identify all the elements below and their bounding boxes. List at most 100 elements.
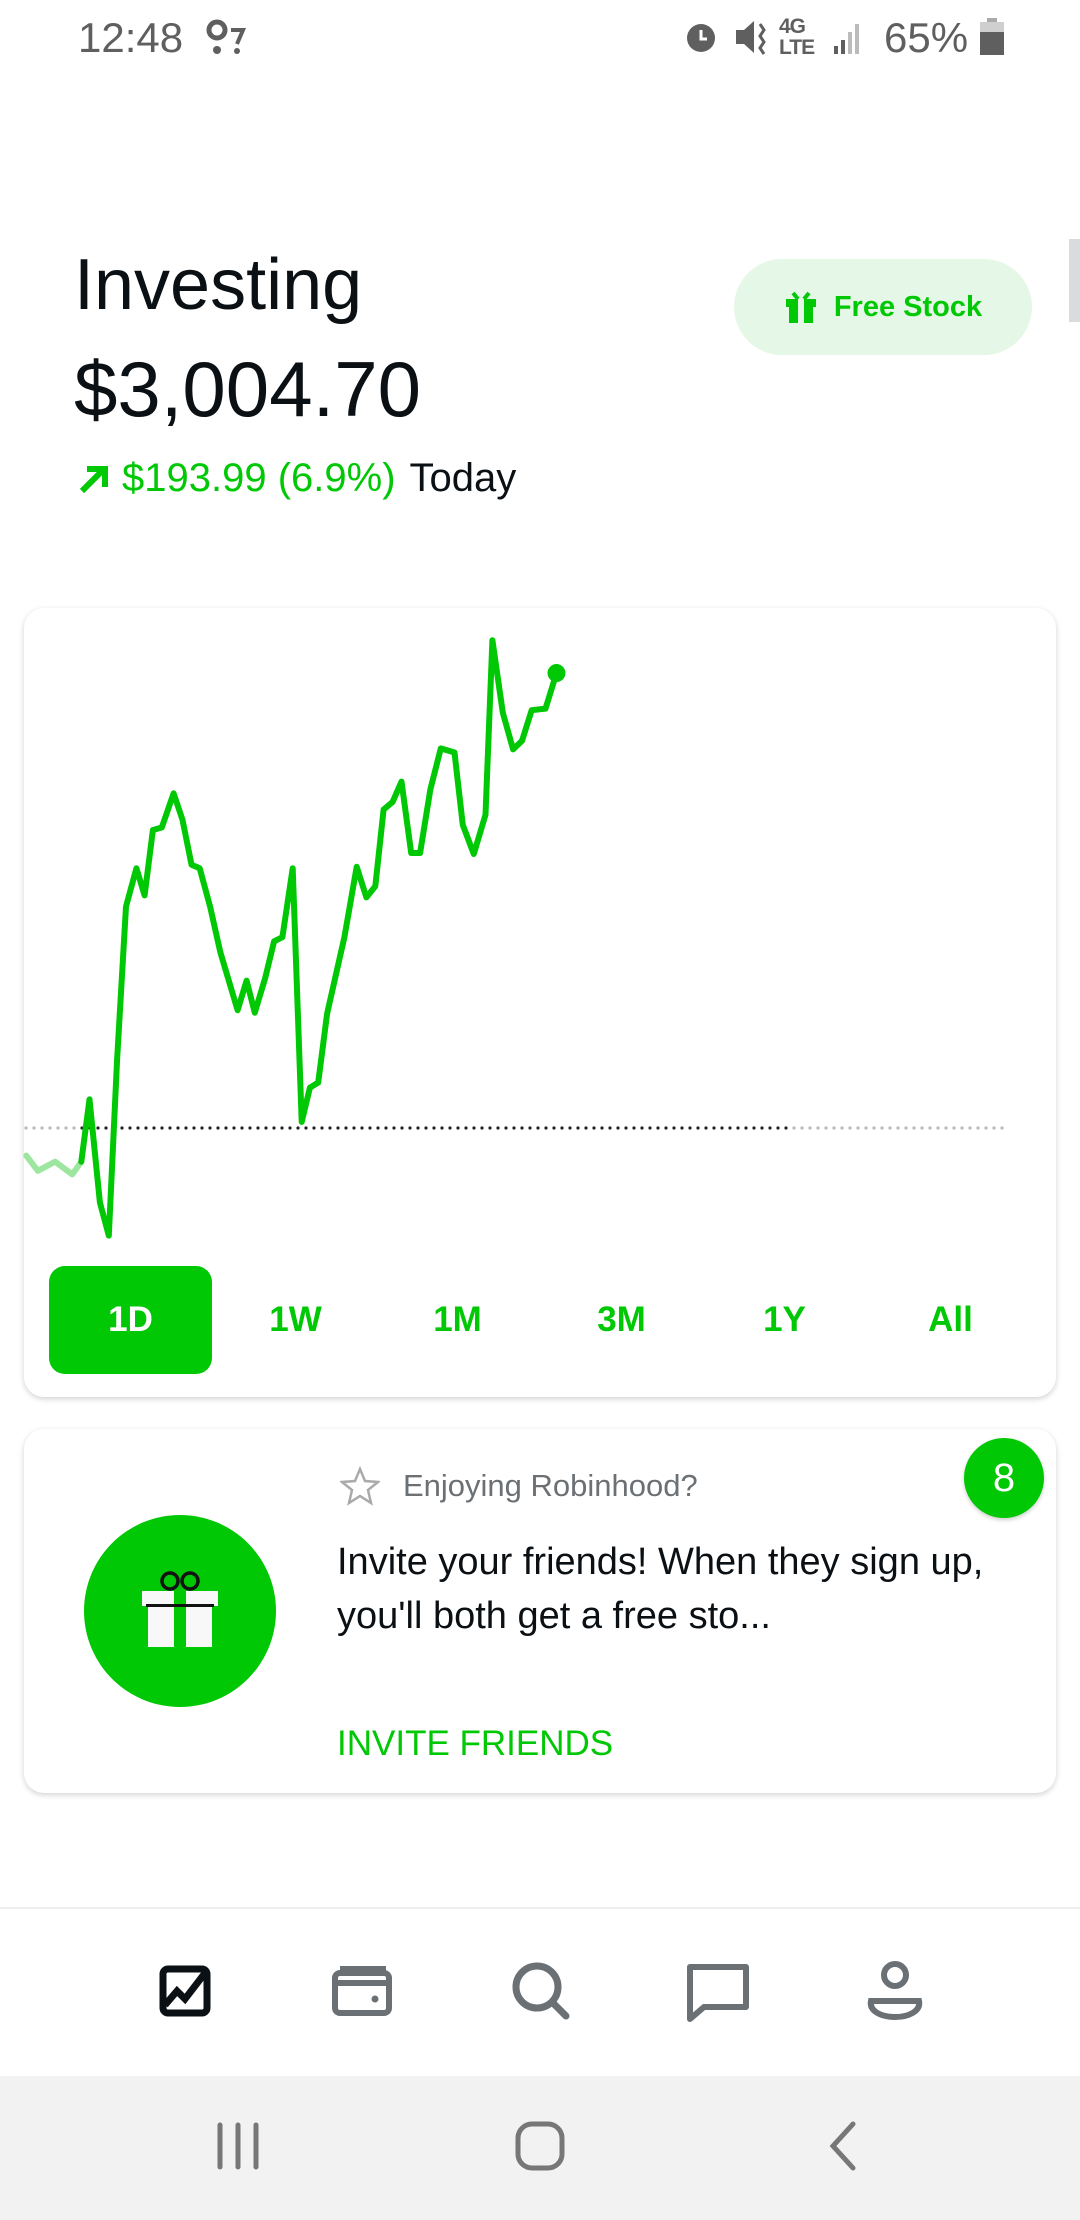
baseline-dot [784,1126,788,1130]
baseline-dot [176,1126,180,1130]
baseline-dot [768,1126,772,1130]
chart-icon[interactable] [149,1955,221,2027]
baseline-dot [704,1126,708,1130]
baseline-dot [528,1126,532,1130]
baseline-dot [312,1126,316,1130]
change-amount: $193.99 (6.9%) [122,456,396,500]
battery-percent: 65% [884,14,969,61]
baseline-dot [1000,1126,1004,1130]
range-1y[interactable]: 1Y [703,1266,866,1374]
baseline-dot [224,1126,228,1130]
baseline-dot [272,1126,276,1130]
baseline-dot [984,1126,988,1130]
baseline-dot [960,1126,964,1130]
baseline-dot [64,1126,68,1130]
range-1m[interactable]: 1M [376,1266,539,1374]
baseline-dot [128,1126,132,1130]
wallet-icon[interactable] [327,1955,399,2027]
gift-icon [785,291,816,323]
location-icon [206,19,247,54]
signal-icon [834,24,859,54]
baseline-dot [840,1126,844,1130]
baseline-dot [136,1126,140,1130]
star-icon [340,1466,380,1506]
baseline-dot [944,1126,948,1130]
baseline-dot [232,1126,236,1130]
baseline-dot [520,1126,524,1130]
baseline-dot [800,1126,804,1130]
baseline-dot [456,1126,460,1130]
baseline-dot [896,1126,900,1130]
daily-change: $193.99 (6.9%) Today [78,456,516,501]
search-icon[interactable] [505,1955,577,2027]
invite-friends-link[interactable]: INVITE FRIENDS [337,1724,613,1764]
baseline-dot [336,1126,340,1130]
baseline-dot [56,1126,60,1130]
baseline-dot [808,1126,812,1130]
free-stock-label: Free Stock [833,290,983,323]
baseline-dot [848,1126,852,1130]
baseline-dot [432,1126,436,1130]
home-icon[interactable] [514,2120,566,2172]
promo-eyebrow: Enjoying Robinhood? [403,1468,698,1503]
free-stock-button[interactable]: Free Stock [734,259,1032,355]
baseline-dot [168,1126,172,1130]
baseline-dot [584,1126,588,1130]
arrow-up-right-icon [79,465,108,493]
baseline-dot [408,1126,412,1130]
baseline-dot [200,1126,204,1130]
promo-count-badge: 8 [964,1438,1044,1518]
baseline-dot [600,1126,604,1130]
baseline-dot [968,1126,972,1130]
baseline-dot [904,1126,908,1130]
baseline-dot [392,1126,396,1130]
baseline-dot [640,1126,644,1130]
baseline-dot [160,1126,164,1130]
baseline-dot [496,1126,500,1130]
network-type: 4G LTE [779,15,815,59]
range-1w[interactable]: 1W [214,1266,377,1374]
baseline-dot [568,1126,572,1130]
scrollbar[interactable] [1069,239,1080,322]
portfolio-chart[interactable] [0,608,1080,1248]
range-all[interactable]: All [869,1266,1032,1374]
baseline-dot [560,1126,564,1130]
baseline-dot [304,1126,308,1130]
baseline-dot [912,1126,916,1130]
baseline-dot [416,1126,420,1130]
baseline-dot [400,1126,404,1130]
baseline-dot [448,1126,452,1130]
baseline-dot [192,1126,196,1130]
baseline-dot [688,1126,692,1130]
baseline-dot [352,1126,356,1130]
range-3m[interactable]: 3M [540,1266,703,1374]
baseline-dot [872,1126,876,1130]
back-icon[interactable] [825,2120,861,2172]
baseline-dot [120,1126,124,1130]
message-icon[interactable] [682,1955,754,2027]
baseline-dot [296,1126,300,1130]
baseline-dot [696,1126,700,1130]
baseline-dot [536,1126,540,1130]
baseline-dot [480,1126,484,1130]
baseline-dot [40,1126,44,1130]
baseline-dot [264,1126,268,1130]
baseline-dot [288,1126,292,1130]
mute-vibrate-icon [736,21,766,55]
baseline-dot [736,1126,740,1130]
baseline-dot [248,1126,252,1130]
recent-apps-icon[interactable] [214,2121,262,2171]
baseline-dot [464,1126,468,1130]
baseline-dot [816,1126,820,1130]
baseline-dot [424,1126,428,1130]
baseline-dot [632,1126,636,1130]
baseline-dot [144,1126,148,1130]
account-icon[interactable] [859,1955,931,2027]
baseline-dot [752,1126,756,1130]
price-line [78,637,560,1239]
range-1d[interactable]: 1D [49,1266,212,1374]
baseline-dot [832,1126,836,1130]
baseline-dot [256,1126,260,1130]
baseline-dot [440,1126,444,1130]
baseline-dot [472,1126,476,1130]
